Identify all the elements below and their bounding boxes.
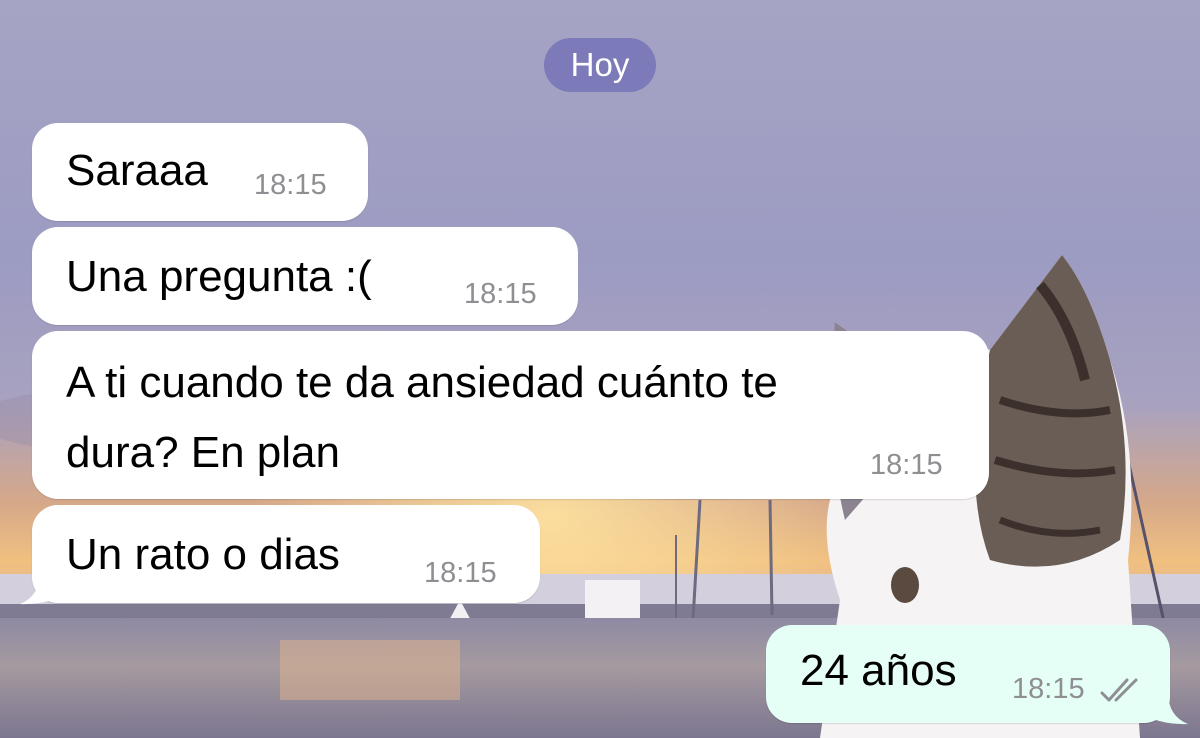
message-bubble[interactable]: Saraaa 18:15 bbox=[32, 123, 368, 221]
message-bubble[interactable]: A ti cuando te da ansiedad cuánto te dur… bbox=[32, 331, 989, 499]
message-text-line-2: dura? En plan bbox=[66, 428, 340, 477]
incoming-bubble-tail bbox=[20, 572, 58, 605]
message-timestamp: 18:15 bbox=[424, 557, 497, 589]
message-timestamp: 18:15 bbox=[1012, 673, 1085, 705]
message-timestamp: 18:15 bbox=[254, 169, 327, 201]
message-bubble[interactable]: Una pregunta :( 18:15 bbox=[32, 227, 578, 325]
message-timestamp: 18:15 bbox=[870, 449, 943, 481]
message-timestamp: 18:15 bbox=[464, 278, 537, 310]
outgoing-bubble-tail bbox=[1150, 692, 1188, 725]
outgoing-message-bubble[interactable]: 24 años 18:15 bbox=[766, 625, 1170, 723]
message-bubble[interactable]: Un rato o dias 18:15 bbox=[32, 505, 540, 603]
message-text: Una pregunta :( bbox=[66, 252, 372, 301]
message-text: 24 años bbox=[800, 646, 957, 695]
message-text-line-1: A ti cuando te da ansiedad cuánto te bbox=[66, 358, 778, 407]
message-text: Saraaa bbox=[66, 146, 208, 195]
message-text: Un rato o dias bbox=[66, 530, 340, 579]
date-separator: Hoy bbox=[544, 38, 656, 92]
chat-view: Hoy Saraaa 18:15 Una pregunta :( 18:15 A… bbox=[0, 0, 1200, 738]
double-check-icon bbox=[1100, 678, 1138, 702]
